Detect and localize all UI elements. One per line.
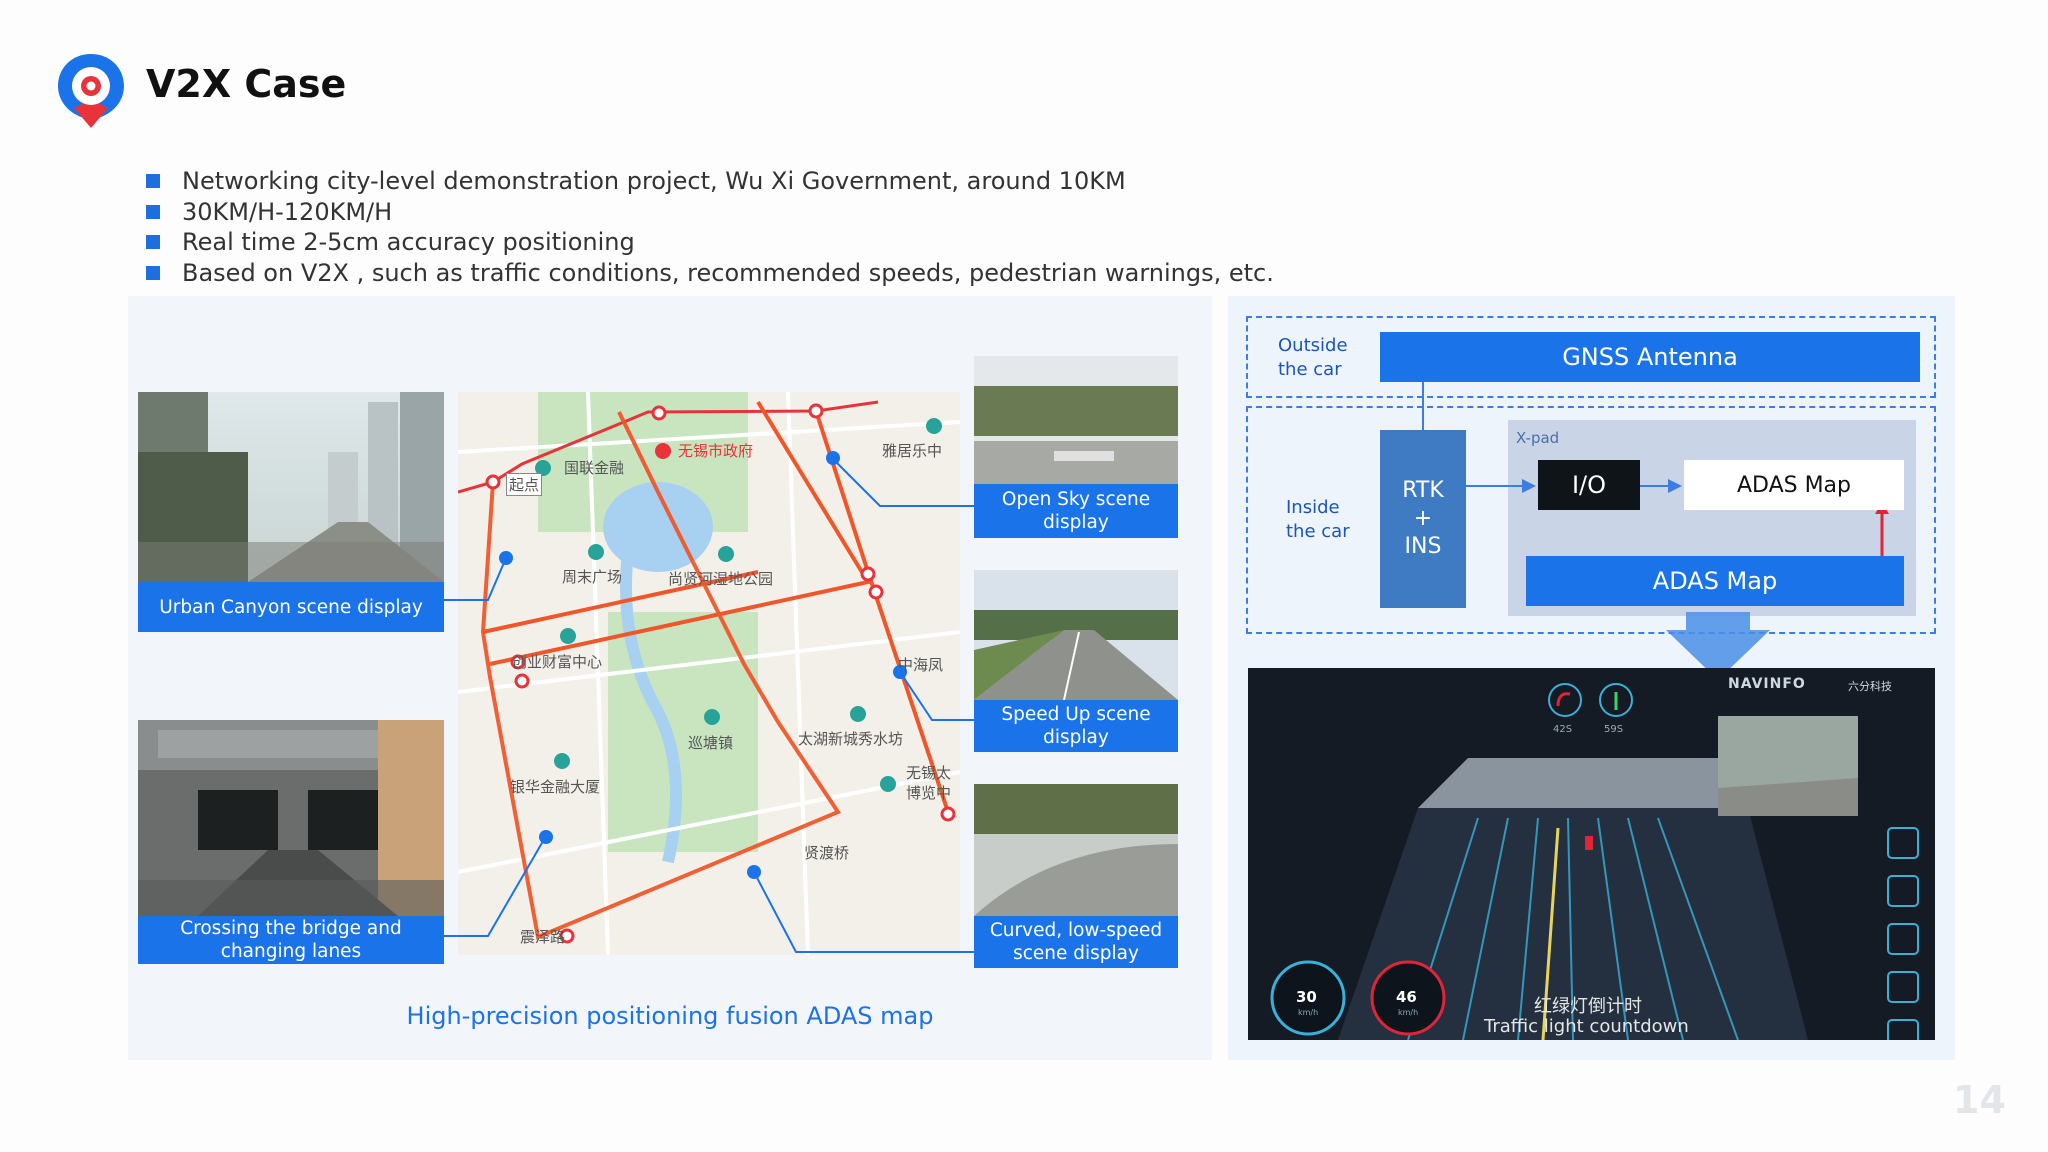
adas-display-screen: NAVINFO 六分科技 42S 59S 30 km/h 46 km/h 红绿灯… <box>1248 668 1935 1040</box>
screen-caption-cn: 红绿灯倒计时 <box>1534 996 1642 1017</box>
speed-gauge-value: 30 <box>1296 988 1317 1006</box>
page-number: 14 <box>1953 1078 2006 1122</box>
speed-unit: km/h <box>1398 1008 1419 1017</box>
timer-label: 59S <box>1604 724 1624 735</box>
adas-map-big-block: ADAS Map <box>1526 556 1904 606</box>
speed-unit: km/h <box>1298 1008 1319 1017</box>
brand-label: NAVINFO <box>1728 676 1806 692</box>
brand-label-2: 六分科技 <box>1848 680 1892 693</box>
adas-map-small-block: ADAS Map <box>1684 460 1904 510</box>
screen-caption-en: Traffic light countdown <box>1484 1016 1689 1037</box>
io-block: I/O <box>1538 460 1640 510</box>
speed-gauge-value: 46 <box>1396 988 1417 1006</box>
timer-label: 42S <box>1553 724 1573 735</box>
